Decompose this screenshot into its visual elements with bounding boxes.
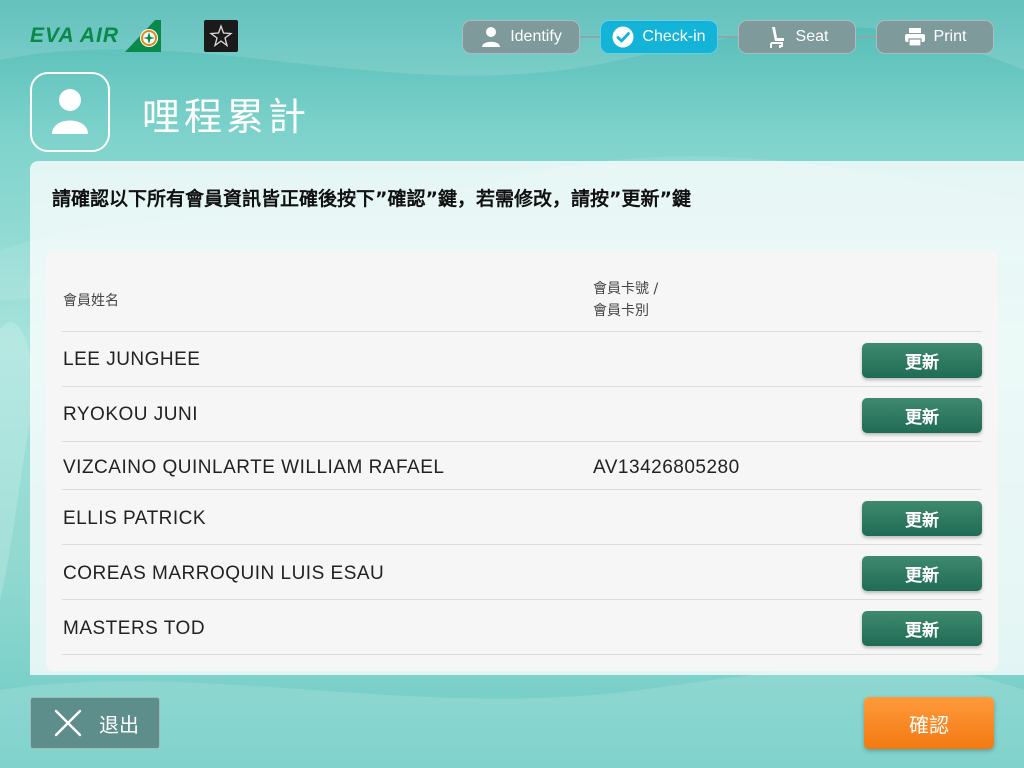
step-connector (856, 36, 876, 38)
member-name: VIZCAINO QUINLARTE WILLIAM RAFAEL (63, 457, 445, 478)
member-name: ELLIS PATRICK (63, 508, 207, 529)
star-alliance-icon (209, 24, 233, 48)
update-button[interactable]: 更新 (862, 501, 982, 536)
step-label: Identify (510, 28, 562, 45)
close-icon (54, 709, 82, 737)
eva-air-emblem-icon (125, 20, 162, 52)
instruction-text: 請確認以下所有會員資訊皆正確後按下”確認”鍵，若需修改，請按”更新”鍵 (52, 188, 691, 210)
member-card-number: AV13426805280 (593, 457, 740, 478)
column-header-card-line1: 會員卡號 / (593, 281, 659, 297)
person-icon (480, 26, 502, 48)
checkmark-icon (612, 26, 634, 48)
member-name: RYOKOU JUNI (63, 404, 199, 425)
printer-icon (904, 26, 926, 48)
table-row: COREAS MARROQUIN LUIS ESAU 更新 (62, 544, 982, 599)
table-row: ELLIS PATRICK 更新 (62, 489, 982, 544)
table-row: RYOKOU JUNI 更新 (62, 386, 982, 441)
member-name: LEE JUNGHEE (63, 349, 201, 370)
step-seat: Seat (738, 20, 856, 54)
table-row: MASTERS TOD 更新 (62, 599, 982, 654)
step-connector (718, 36, 738, 38)
exit-label: 退出 (99, 712, 139, 737)
table-row: LEE JUNGHEE 更新 (62, 331, 982, 386)
update-button[interactable]: 更新 (862, 343, 982, 378)
star-alliance-badge (204, 20, 238, 52)
table-bottom-divider (62, 654, 982, 655)
page-title: 哩程累計 (142, 95, 311, 139)
person-icon (52, 89, 88, 134)
step-print: Print (876, 20, 994, 54)
column-header-card-line2: 會員卡別 (593, 303, 649, 319)
eva-air-logo: EVA AIR (30, 18, 163, 54)
update-button[interactable]: 更新 (862, 398, 982, 433)
column-header-name: 會員姓名 (63, 293, 119, 309)
member-icon-frame (30, 72, 110, 152)
table-row: VIZCAINO QUINLARTE WILLIAM RAFAEL AV1342… (62, 441, 982, 489)
confirm-button[interactable]: 確認 (864, 697, 994, 749)
step-label: Check-in (642, 28, 706, 45)
step-connector (580, 36, 600, 38)
brand-name: EVA AIR (30, 24, 120, 47)
exit-button[interactable]: 退出 (30, 697, 160, 749)
step-check-in: Check-in (600, 20, 718, 54)
step-label: Seat (795, 28, 829, 45)
step-label: Print (933, 28, 967, 45)
member-name: MASTERS TOD (63, 618, 206, 639)
step-identify: Identify (462, 20, 580, 54)
update-button[interactable]: 更新 (862, 556, 982, 591)
update-button[interactable]: 更新 (862, 611, 982, 646)
column-header-card: 會員卡號 / 會員卡別 (593, 278, 658, 322)
seat-icon (766, 26, 788, 48)
progress-steps: Identify Check-in Seat Print (462, 20, 994, 54)
member-name: COREAS MARROQUIN LUIS ESAU (63, 563, 385, 584)
